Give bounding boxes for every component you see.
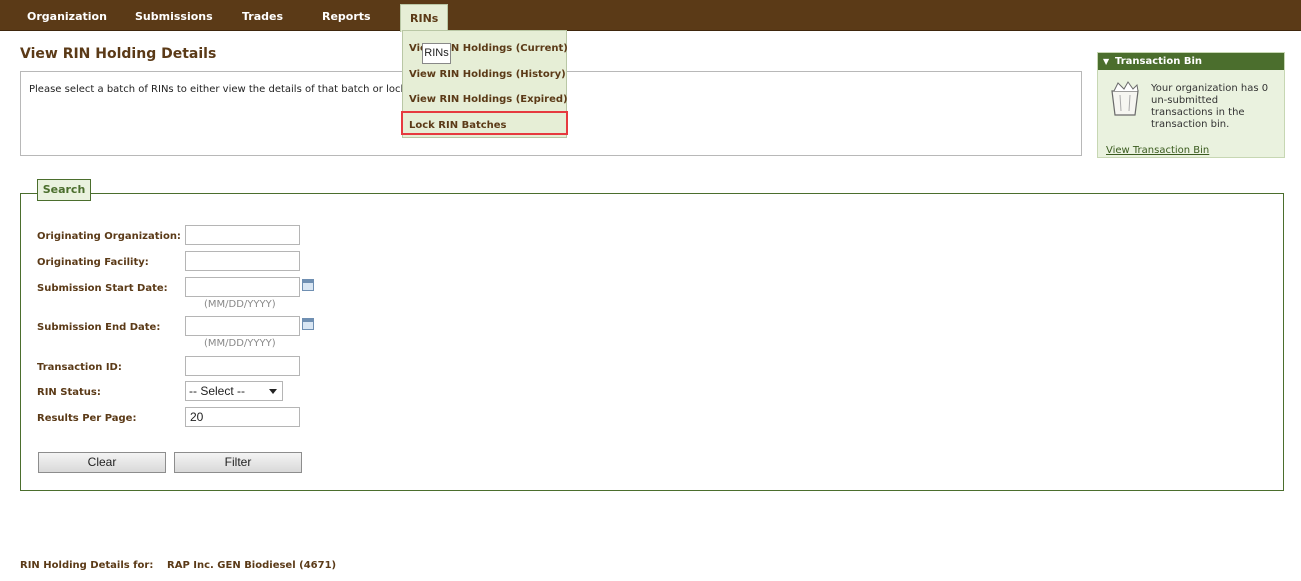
nav-organization[interactable]: Organization xyxy=(27,0,107,30)
dropdown-caret-icon xyxy=(269,389,277,394)
view-transaction-bin-link[interactable]: View Transaction Bin xyxy=(1106,145,1209,156)
top-nav-bar: Organization Submissions Trades Reports … xyxy=(0,0,1301,32)
search-tab[interactable]: Search xyxy=(37,179,91,201)
results-per-page-label: Results Per Page: xyxy=(37,413,137,424)
page-title: View RIN Holding Details xyxy=(20,46,217,62)
originating-org-label: Originating Organization: xyxy=(37,231,181,242)
rins-tooltip: RINs xyxy=(422,43,451,64)
clear-button[interactable]: Clear xyxy=(38,452,166,473)
transaction-id-label: Transaction ID: xyxy=(37,362,122,373)
menu-item-holdings-history[interactable]: View RIN Holdings (History) xyxy=(409,69,566,80)
transaction-bin-header[interactable]: ▼ Transaction Bin xyxy=(1098,53,1284,70)
nav-reports[interactable]: Reports xyxy=(322,0,371,30)
rin-status-select[interactable]: -- Select -- xyxy=(185,381,283,401)
end-date-input[interactable] xyxy=(185,316,300,336)
menu-item-holdings-expired[interactable]: View RIN Holdings (Expired) xyxy=(409,94,568,105)
originating-facility-label: Originating Facility: xyxy=(37,257,149,268)
transaction-bin-panel: ▼ Transaction Bin Your organization has 0… xyxy=(1097,52,1285,158)
start-date-hint: (MM/DD/YYYY) xyxy=(204,299,276,310)
originating-org-input[interactable] xyxy=(185,225,300,245)
transaction-bin-message: Your organization has 0 un-submitted tra… xyxy=(1151,83,1269,130)
results-per-page-input[interactable] xyxy=(185,407,300,427)
filter-button[interactable]: Filter xyxy=(174,452,302,473)
lock-rin-batches-highlight xyxy=(401,111,568,135)
rin-status-selected: -- Select -- xyxy=(189,384,246,398)
transaction-id-input[interactable] xyxy=(185,356,300,376)
originating-facility-input[interactable] xyxy=(185,251,300,271)
calendar-icon[interactable] xyxy=(302,279,314,291)
transaction-bin-title: Transaction Bin xyxy=(1115,56,1202,67)
nav-trades[interactable]: Trades xyxy=(242,0,283,30)
holding-details-org: RAP Inc. GEN Biodiesel (4671) xyxy=(167,560,337,571)
instructions-text: Please select a batch of RINs to either … xyxy=(29,84,443,95)
end-date-label: Submission End Date: xyxy=(37,322,161,333)
start-date-input[interactable] xyxy=(185,277,300,297)
transaction-bin-icon xyxy=(1111,81,1139,116)
collapse-arrow-icon[interactable]: ▼ xyxy=(1103,53,1115,70)
holding-details-label: RIN Holding Details for: xyxy=(20,560,154,571)
calendar-icon[interactable] xyxy=(302,318,314,330)
end-date-hint: (MM/DD/YYYY) xyxy=(204,338,276,349)
rin-status-label: RIN Status: xyxy=(37,387,101,398)
nav-submissions[interactable]: Submissions xyxy=(135,0,213,30)
start-date-label: Submission Start Date: xyxy=(37,283,168,294)
nav-rins[interactable]: RINs xyxy=(400,4,449,32)
